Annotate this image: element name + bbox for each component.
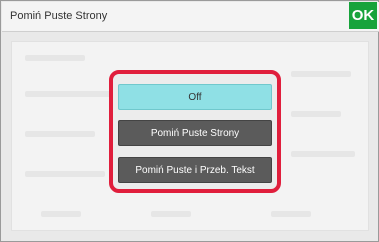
background-placeholder (291, 71, 351, 77)
background-placeholder (151, 211, 191, 217)
title-bar: Pomiń Puste Strony (2, 2, 379, 32)
dialog-frame: Pomiń Puste Strony OK Off Pomiń Puste St… (0, 0, 379, 242)
ok-button[interactable]: OK (349, 2, 377, 29)
background-placeholder (271, 211, 311, 217)
page-title: Pomiń Puste Strony (10, 10, 108, 22)
option-off-button[interactable]: Off (118, 84, 272, 110)
background-placeholder (25, 171, 105, 177)
background-placeholder (25, 91, 115, 97)
background-placeholder (25, 55, 85, 61)
background-placeholder (291, 111, 341, 117)
background-placeholder (25, 131, 95, 137)
background-placeholder (291, 151, 355, 157)
option-skip-blank-pages-button[interactable]: Pomiń Puste Strony (118, 120, 272, 146)
background-placeholder (41, 211, 81, 217)
option-skip-blank-and-text-button[interactable]: Pomiń Puste i Przeb. Tekst (118, 157, 272, 183)
